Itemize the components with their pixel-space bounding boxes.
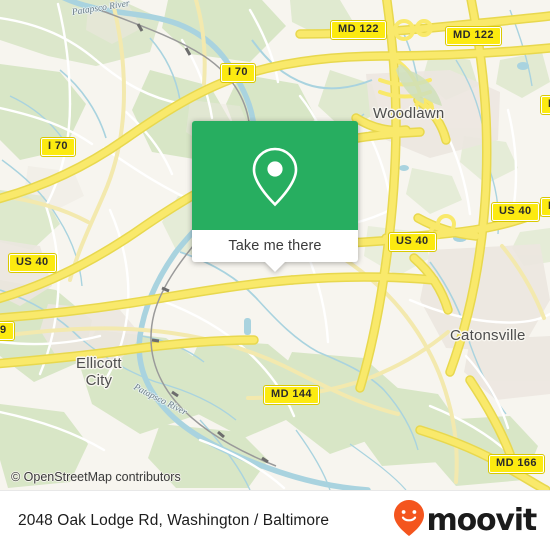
road-shield-md-122-right[interactable]: MD 122 [445,26,502,46]
location-popup-card[interactable]: Take me there [192,121,358,272]
road-shield-i-70-top[interactable]: I 70 [220,63,256,83]
road-shield-us-40-left[interactable]: US 40 [8,253,57,273]
osm-attribution[interactable]: © OpenStreetMap contributors [11,470,181,484]
map-screenshot: Patapsco River Patapsco River Woodlawn C… [0,0,550,550]
take-me-there-button[interactable]: Take me there [192,230,358,272]
moovit-wordmark: moovit [426,502,538,538]
popup-pointer-tail [265,262,285,272]
road-shield-i-695-mid-edge[interactable]: I [539,197,550,217]
moovit-smiley-pin-icon [393,499,425,542]
location-pin-icon [247,144,303,208]
address-label: 2048 Oak Lodge Rd, Washington / Baltimor… [18,511,330,529]
popup-header [192,121,358,230]
road-shield-us-40-right[interactable]: US 40 [491,202,540,222]
road-shield-md-166[interactable]: MD 166 [488,454,545,474]
road-shield-i-695-top-edge[interactable]: I [539,95,550,115]
map-canvas[interactable]: Patapsco River Patapsco River Woodlawn C… [0,0,550,490]
road-shield-md-99-left-edge[interactable]: 9 [0,321,15,341]
road-shield-i-70-left[interactable]: I 70 [40,137,76,157]
road-shield-us-40-mid[interactable]: US 40 [388,232,437,252]
road-shield-md-144[interactable]: MD 144 [263,385,320,405]
take-me-there-label: Take me there [228,238,322,254]
road-shield-md-122-left[interactable]: MD 122 [330,20,387,40]
footer-bar: 2048 Oak Lodge Rd, Washington / Baltimor… [0,490,550,550]
moovit-logo[interactable]: moovit [393,499,538,542]
